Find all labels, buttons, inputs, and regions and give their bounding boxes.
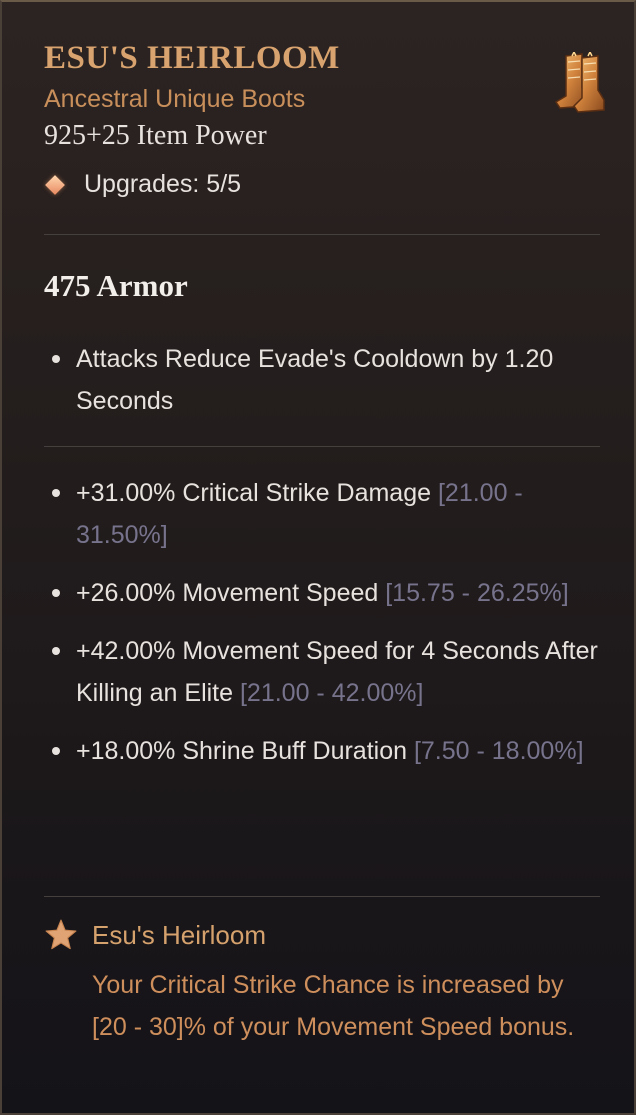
divider: [44, 896, 600, 897]
item-type: Ancestral Unique Boots: [44, 85, 306, 113]
affix-text: +31.00% Critical Strike Damage: [76, 479, 438, 507]
boots-icon: [554, 52, 605, 113]
affix-range: [21.00 - 42.00%]: [239, 679, 424, 707]
implicit-affix: Attacks Reduce Evade's Cooldown by 1.20 …: [44, 338, 604, 422]
unique-power-description: Your Critical Strike Chance is increased…: [92, 971, 575, 1041]
upgrade-diamond-icon: [45, 174, 65, 195]
upgrades-counter: Upgrades: 5/5: [44, 170, 241, 199]
affix-list: +31.00% Critical Strike Damage [21.00 - …: [44, 472, 604, 772]
item-name: ESU'S HEIRLOOM: [44, 40, 340, 76]
affix-text: +18.00% Shrine Buff Duration: [76, 737, 414, 765]
bullet-icon: [52, 647, 60, 655]
item-tooltip: ESU'S HEIRLOOM Ancestral Unique Boots 92…: [0, 0, 636, 1115]
affix-item: +18.00% Shrine Buff Duration [7.50 - 18.…: [44, 730, 604, 772]
item-header: ESU'S HEIRLOOM Ancestral Unique Boots 92…: [44, 38, 604, 154]
implicit-list: Attacks Reduce Evade's Cooldown by 1.20 …: [44, 338, 604, 422]
affix-range: [7.50 - 18.00%]: [413, 737, 584, 765]
affix-item: +31.00% Critical Strike Damage [21.00 - …: [44, 472, 604, 556]
affix-text: +26.00% Movement Speed: [76, 579, 386, 607]
affix-range: [15.75 - 26.25%]: [385, 579, 569, 607]
affix-item: +26.00% Movement Speed [15.75 - 26.25%]: [44, 572, 604, 614]
divider: [44, 446, 600, 447]
armor-value: 475 Armor: [44, 268, 188, 303]
affix-item: +42.00% Movement Speed for 4 Seconds Aft…: [44, 630, 604, 714]
star-icon: [45, 919, 77, 950]
item-power: 925+25 Item Power: [44, 120, 267, 151]
bullet-icon: [52, 747, 60, 755]
divider: [44, 234, 600, 235]
bullet-icon: [52, 355, 60, 363]
unique-power-title: Esu's Heirloom: [92, 920, 267, 950]
bullet-icon: [52, 489, 60, 497]
affix-text: Attacks Reduce Evade's Cooldown by 1.20 …: [76, 345, 554, 415]
bullet-icon: [52, 589, 60, 597]
upgrades-label: Upgrades: 5/5: [84, 170, 242, 198]
